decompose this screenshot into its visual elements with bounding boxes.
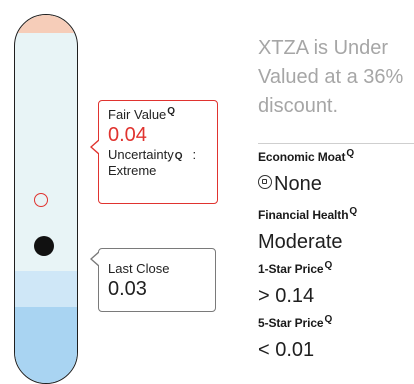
uncertainty-label: Uncertainty — [108, 147, 174, 162]
economic-moat-value-row: None — [258, 172, 322, 196]
one-star-price-value: > 0.14 — [258, 285, 315, 307]
fair-value-callout: Fair ValueQ 0.04 Uncertainty Q : Extreme — [90, 100, 218, 204]
moat-icon — [258, 175, 272, 189]
fair-value-label: Fair Value — [108, 107, 167, 122]
economic-moat-value: None — [274, 173, 322, 195]
financial-health-value: Moderate — [258, 231, 343, 253]
fair-value-amount: 0.04 — [108, 124, 147, 146]
economic-moat-title: Economic MoatQ — [258, 148, 354, 165]
five-star-price-info-icon[interactable]: Q — [325, 314, 333, 325]
undervalued-band-dark — [15, 307, 77, 383]
fair-value-info-icon[interactable]: Q — [167, 106, 175, 117]
uncertainty-value: Extreme — [108, 163, 157, 178]
economic-moat-info-icon[interactable]: Q — [346, 148, 354, 159]
last-close-marker — [34, 236, 54, 256]
undervalued-band-light — [15, 271, 77, 307]
last-close-label: Last Close — [108, 261, 170, 276]
five-star-price-value: < 0.01 — [258, 339, 315, 361]
uncertainty-colon: : — [192, 147, 197, 162]
valuation-summary: XTZA is Under Valued at a 36% discount. — [258, 37, 404, 117]
last-close-callout: Last Close 0.03 — [90, 248, 216, 312]
economic-moat-label: Economic Moat — [258, 150, 346, 164]
financial-health-info-icon[interactable]: Q — [349, 206, 357, 217]
fair-value-marker — [34, 193, 48, 207]
divider — [258, 143, 414, 144]
one-star-price-info-icon[interactable]: Q — [325, 260, 333, 271]
one-star-price-label: 1-Star Price — [258, 262, 324, 276]
uncertainty-row: Uncertainty Q : — [108, 147, 197, 162]
last-close-amount: 0.03 — [108, 278, 147, 300]
five-star-price-label: 5-Star Price — [258, 316, 324, 330]
financial-health-title: Financial HealthQ — [258, 206, 357, 223]
fair-value-label-row: Fair ValueQ — [108, 106, 208, 123]
overvalued-band — [15, 15, 77, 33]
five-star-price-title: 5-Star PriceQ — [258, 314, 333, 331]
financial-health-label: Financial Health — [258, 208, 349, 222]
one-star-price-title: 1-Star PriceQ — [258, 260, 333, 277]
